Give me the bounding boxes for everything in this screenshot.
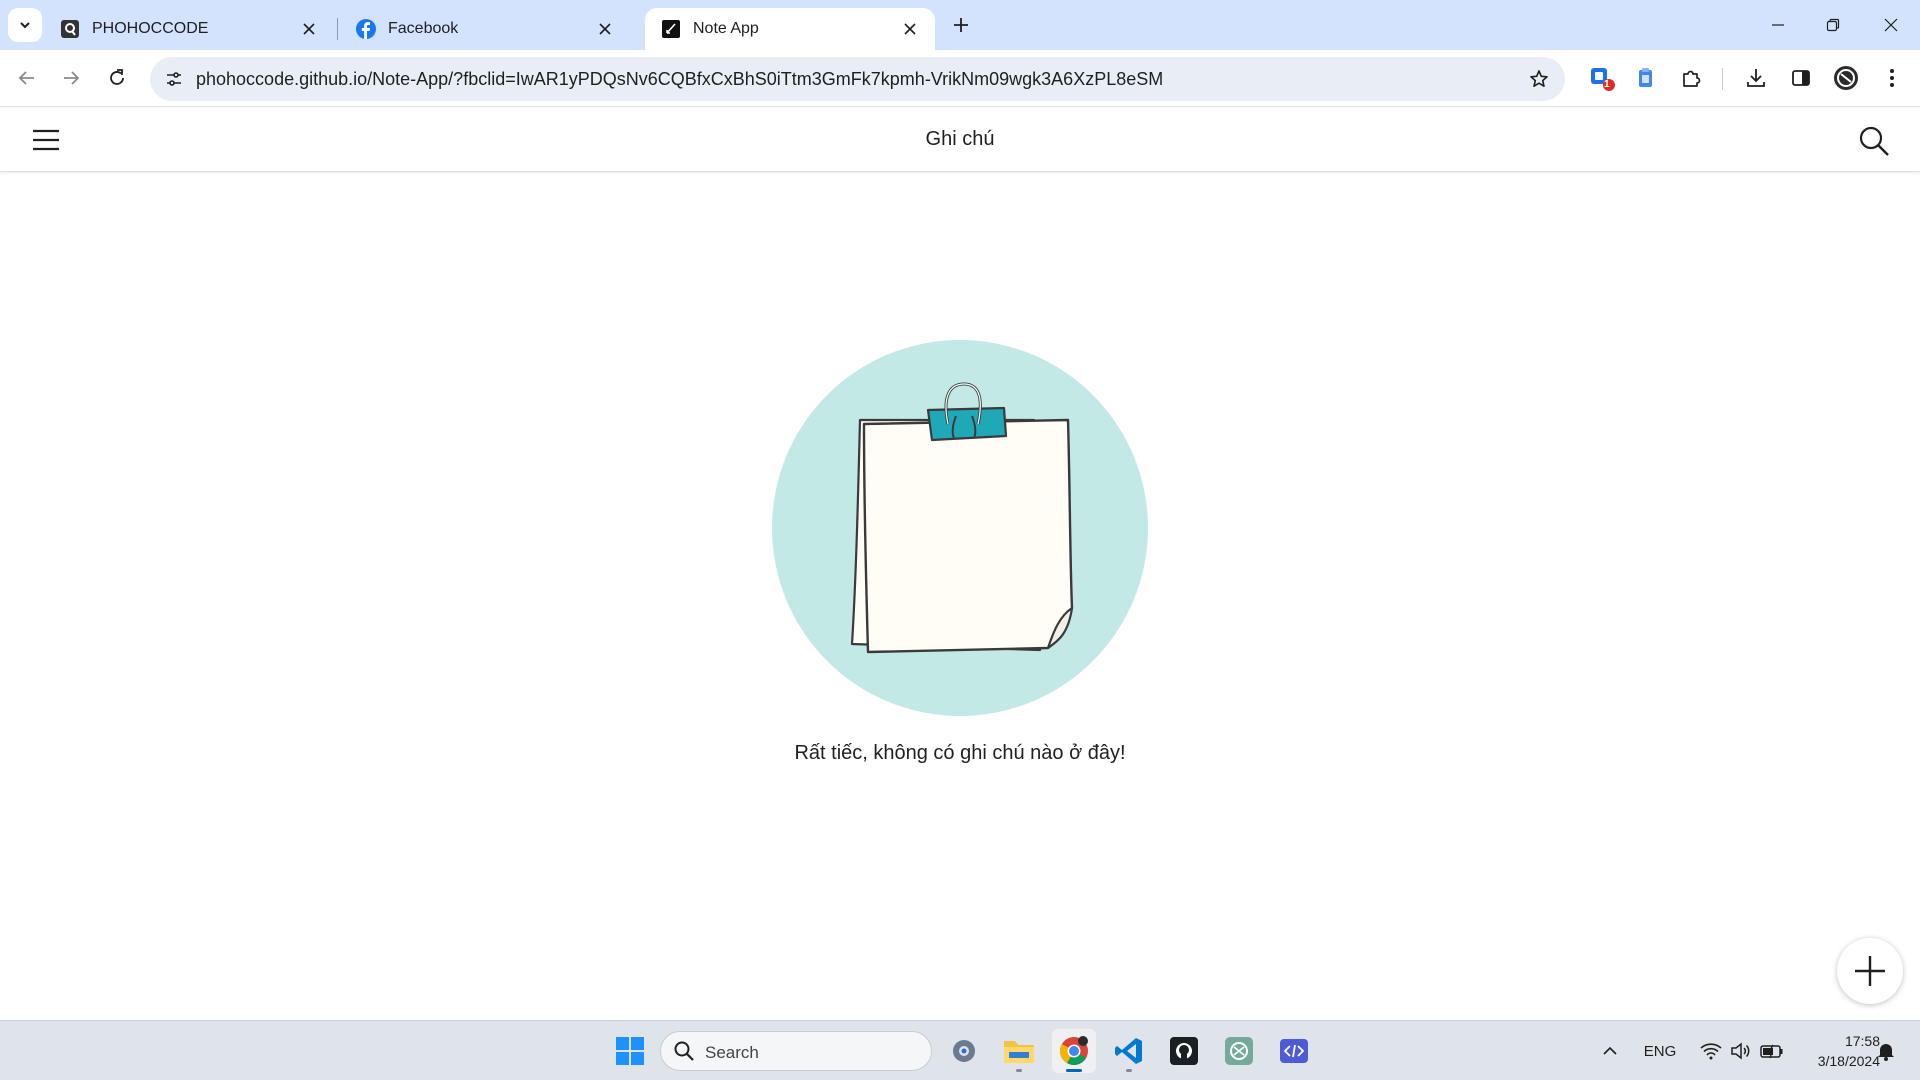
settings-gear-icon [953,1040,975,1062]
address-bar[interactable]: phohoccode.github.io/Note-App/?fbclid=Iw… [150,57,1565,101]
plus-icon [954,18,968,32]
tab-note-app[interactable]: Note App [645,8,935,50]
app-header: Ghi chú [0,108,1920,172]
running-indicator [1016,1069,1022,1072]
toolbar-separator [1722,68,1723,90]
tab-facebook[interactable]: Facebook [340,8,630,50]
taskbar-search-label: Search [705,1043,759,1062]
close-icon[interactable] [594,18,616,40]
battery-charging-icon [1760,1044,1783,1059]
taskbar-app-github[interactable] [1162,1029,1206,1073]
bookmark-button[interactable] [1523,63,1555,95]
tune-icon [167,72,181,86]
running-indicator [1126,1069,1132,1072]
empty-notes-illustration [772,340,1148,716]
notification-bell-icon [1878,1044,1894,1061]
arrow-left-icon [18,71,34,85]
language-indicator[interactable]: ENG [1640,1031,1680,1071]
chrome-icon [1060,1036,1088,1065]
search-button[interactable] [1855,122,1893,160]
chevron-down-icon [20,22,30,29]
clock-date: 3/18/2024 [1817,1053,1880,1069]
page-title: Ghi chú [925,128,995,150]
tab-title: Note App [693,20,759,37]
url-text[interactable]: phohoccode.github.io/Note-App/?fbclid=Iw… [196,69,1163,90]
back-button[interactable] [9,60,45,96]
phohoccode-favicon-icon [60,19,80,39]
volume-icon [1731,1042,1750,1060]
puzzle-icon [1683,70,1701,87]
extension-app-icon [1591,68,1615,91]
code-icon [1280,1039,1308,1063]
show-hidden-icons-button[interactable] [1598,1031,1622,1071]
reload-icon [110,69,124,85]
taskbar-app-file-explorer[interactable] [997,1029,1041,1073]
close-window-button[interactable] [1868,6,1914,44]
tab-phohoccode[interactable]: PHOHOCCODE [44,8,334,50]
vscode-icon [1115,1038,1142,1064]
download-icon [1747,69,1765,87]
empty-state-message: Rất tiếc, không có ghi chú nào ở đây! [794,742,1126,764]
site-info-button[interactable] [158,63,190,95]
chevron-up-icon [1603,1046,1617,1055]
taskbar-clock[interactable]: 17:58 3/18/2024 [1790,1031,1880,1071]
minimize-icon [1772,24,1784,26]
browser-tab-strip: PHOHOCCODE Facebook Note App [0,0,1920,50]
tab-title: PHOHOCCODE [92,20,209,37]
search-icon [674,1041,694,1061]
taskbar-app-code-editor[interactable] [1272,1029,1316,1073]
notification-button[interactable] [1874,1031,1898,1071]
plus-icon [1855,956,1885,986]
quick-settings-button[interactable] [1692,1031,1792,1071]
close-icon [1884,18,1898,32]
forward-button[interactable] [53,60,89,96]
taskbar-search-box[interactable]: Search [660,1031,932,1071]
extension-badge: 1 [1604,79,1610,90]
new-tab-button[interactable] [946,10,976,40]
start-button[interactable] [610,1031,650,1071]
windows-logo-icon [616,1037,644,1065]
restore-button[interactable] [1810,6,1856,44]
tab-title: Facebook [388,20,459,37]
windows-taskbar: Search ENG 17:58 3/18/2024 [0,1020,1920,1080]
profile-button[interactable] [1828,60,1864,96]
clock-time: 17:58 [1844,1033,1880,1049]
side-panel-button[interactable] [1783,60,1819,96]
github-icon [1170,1037,1198,1065]
search-icon [1859,126,1889,156]
arrow-right-icon [64,71,80,85]
downloads-button[interactable] [1738,60,1774,96]
restore-icon [1826,18,1840,32]
star-icon [1530,70,1548,87]
tab-search-button[interactable] [8,8,42,42]
add-note-button[interactable] [1837,938,1903,1004]
browser-toolbar: phohoccode.github.io/Note-App/?fbclid=Iw… [0,50,1920,107]
facebook-icon [356,19,376,39]
clipboard-extension-icon [1639,68,1652,87]
extensions-menu-button[interactable] [1673,60,1709,96]
folder-icon [1004,1041,1034,1063]
tab-separator [337,18,338,40]
taskbar-app-settings[interactable] [942,1029,986,1073]
running-indicator [1066,1069,1082,1072]
extension-button[interactable] [1628,60,1664,96]
browser-menu-button[interactable] [1874,60,1910,96]
taskbar-app-vscode[interactable] [1107,1029,1151,1073]
note-app-favicon-icon [661,19,681,39]
minimize-button[interactable] [1755,6,1801,44]
extension-button[interactable]: 1 [1584,60,1620,96]
reload-button[interactable] [99,60,135,96]
chatgpt-icon [1225,1037,1253,1065]
wifi-icon [1700,1043,1722,1060]
close-icon[interactable] [899,18,921,40]
taskbar-app-chrome[interactable] [1052,1029,1096,1073]
close-icon[interactable] [298,18,320,40]
side-panel-icon [1792,70,1810,86]
more-vertical-icon [1890,69,1894,87]
avatar [1834,66,1858,90]
taskbar-app-chatgpt[interactable] [1217,1029,1261,1073]
